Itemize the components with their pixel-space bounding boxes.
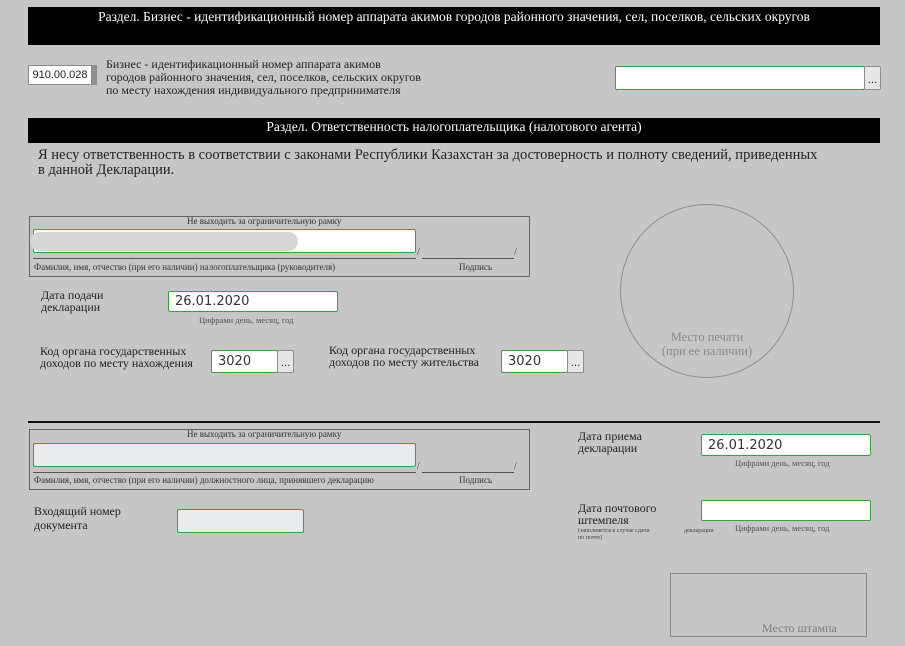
incoming-number-label-line2: документа	[34, 518, 88, 532]
responsibility-statement: Я несу ответственность в соответствии с …	[38, 148, 817, 178]
official-name-caption: Фамилия, имя, отчество (при его наличии)…	[34, 475, 374, 485]
org-location-label-line2: доходов по месту нахождения	[40, 356, 193, 370]
taxpayer-name-caption: Фамилия, имя, отчество (при его наличии)…	[34, 262, 336, 272]
seal-text-line1: Место печати	[670, 330, 744, 344]
section-title-bin: Раздел. Бизнес - идентификационный номер…	[98, 9, 810, 24]
seal-text-line2: (при ее наличии)	[661, 344, 753, 358]
receipt-date-hint: Цифрами день, месяц, год	[735, 458, 830, 468]
submit-date-value: 26.01.2020	[175, 294, 250, 309]
official-signature-caption: Подпись	[459, 475, 493, 485]
org-location-dots: ...	[280, 358, 291, 369]
field-code-text: 910.00.028	[32, 69, 88, 81]
taxpayer-signature-underline	[422, 258, 514, 259]
postmark-note-line1: (заполняется в случае сдачи	[578, 528, 650, 534]
postmark-date-hint: Цифрами день, месяц, год	[735, 523, 830, 533]
org-residence-lookup-button[interactable]: ...	[567, 350, 584, 373]
bin-lookup-button[interactable]: ...	[864, 66, 881, 90]
org-residence-value: 3020	[508, 354, 542, 369]
org-location-value: 3020	[218, 354, 252, 369]
org-location-lookup-button[interactable]: ...	[277, 350, 294, 373]
official-frame-note: Не выходить за ограничительную рамку	[187, 429, 342, 439]
official-name-input[interactable]	[33, 443, 416, 467]
postmark-note-word: декларации	[684, 528, 714, 534]
submit-date-hint: Цифрами день, месяц, год	[199, 315, 294, 325]
official-slash-right: /	[514, 461, 517, 472]
field-code-bin: 910.00.028	[28, 65, 92, 85]
section-header-responsibility: Раздел. Ответственность налогоплательщик…	[28, 118, 880, 143]
postmark-date-label-line2: штемпеля	[578, 513, 629, 527]
bin-description-line2: городов районного значения, сел, поселко…	[106, 70, 421, 84]
submit-date-label-line2: декларации	[41, 300, 101, 314]
taxpayer-frame-note: Не выходить за ограничительную рамку	[187, 216, 342, 226]
responsibility-text-line1: Я несу ответственность в соответствии с …	[38, 147, 818, 163]
postmark-note-line2: по почте)	[578, 535, 603, 541]
org-residence-input[interactable]: 3020	[501, 350, 568, 373]
incoming-number-label-line1: Входящий номер	[34, 504, 121, 518]
org-residence-label-line2: доходов по месту жительства	[329, 355, 479, 369]
seal-text: Место печати (при ее наличии)	[620, 330, 794, 358]
taxpayer-slash-right: /	[514, 247, 517, 258]
receipt-date-label-line2: декларации	[578, 441, 638, 455]
bin-input[interactable]	[615, 66, 865, 90]
receipt-date-input[interactable]: 26.01.2020	[701, 434, 871, 456]
receipt-date-value: 26.01.2020	[708, 437, 783, 453]
submit-date-input[interactable]: 26.01.2020	[168, 291, 338, 312]
section-title-responsibility: Раздел. Ответственность налогоплательщик…	[266, 119, 642, 134]
incoming-number-input[interactable]	[177, 509, 304, 533]
field-code-marker	[92, 65, 97, 85]
bin-lookup-dots: ...	[867, 75, 878, 86]
taxpayer-slash-left: /	[417, 247, 420, 258]
org-residence-dots: ...	[570, 358, 581, 369]
taxpayer-name-redaction	[30, 232, 298, 251]
official-slash-left: /	[417, 461, 420, 472]
responsibility-text-line2: в данной Декларации.	[38, 162, 175, 178]
section-divider	[28, 421, 880, 423]
org-location-input[interactable]: 3020	[211, 350, 278, 373]
official-name-underline	[33, 472, 416, 473]
taxpayer-signature-caption: Подпись	[459, 262, 493, 272]
postmark-date-input[interactable]	[701, 500, 871, 521]
section-header-bin: Раздел. Бизнес - идентификационный номер…	[28, 7, 880, 45]
taxpayer-name-underline	[33, 258, 416, 259]
bin-description-line1: Бизнес - идентификационный номер аппарат…	[106, 57, 381, 71]
stamp-label: Место штампа	[762, 621, 837, 635]
bin-description-line3: по месту нахождения индивидуального пред…	[106, 83, 401, 97]
official-signature-underline	[422, 472, 514, 473]
